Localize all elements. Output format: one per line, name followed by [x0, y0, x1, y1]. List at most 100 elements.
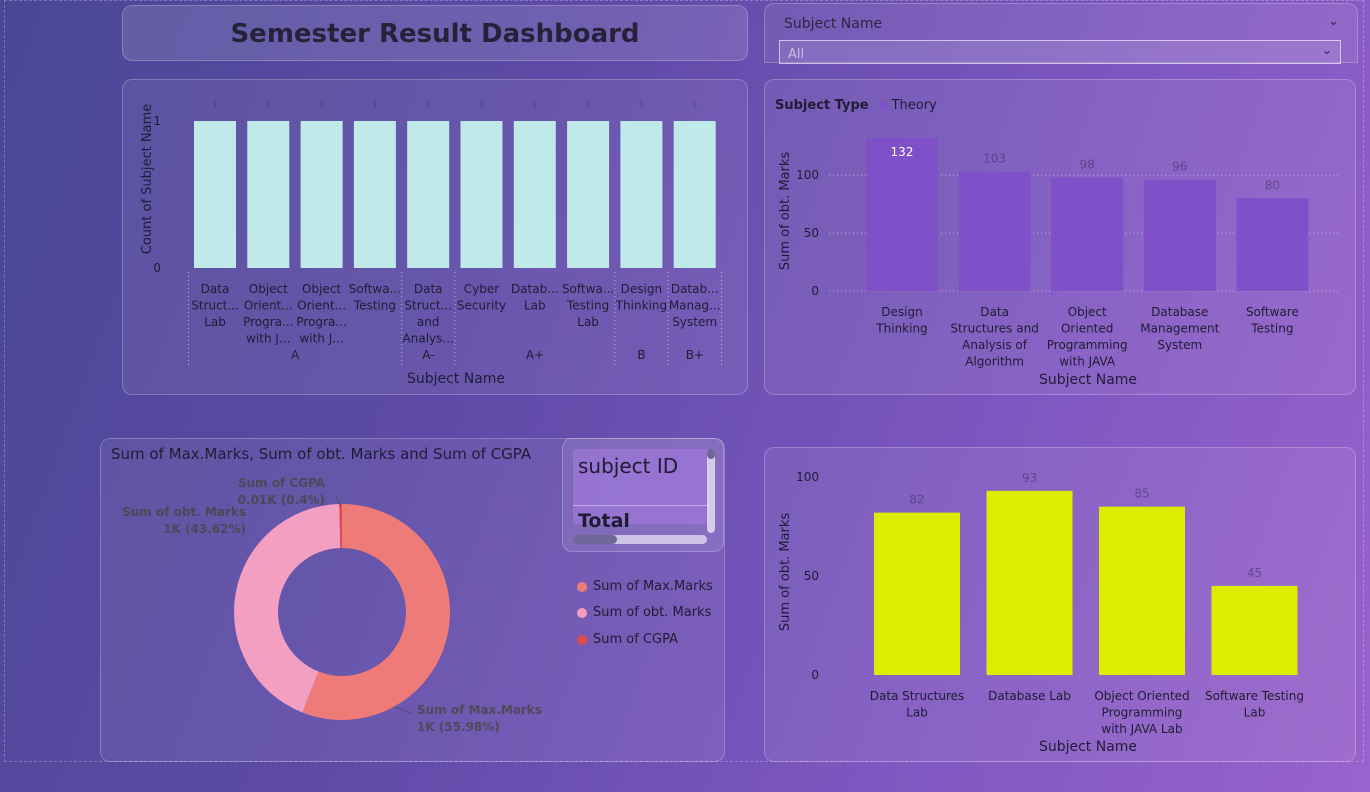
x-axis-title: Subject Name: [1039, 739, 1137, 755]
horizontal-scrollbar[interactable]: [573, 535, 707, 544]
group-label: A-: [422, 348, 434, 362]
x-tick-label: Lab: [204, 315, 226, 329]
page-title: Semester Result Dashboard: [230, 19, 640, 49]
chevron-down-icon[interactable]: ⌄: [1328, 14, 1339, 29]
x-tick-label: Design: [881, 305, 922, 319]
x-tick-label: Programming: [1102, 706, 1183, 720]
legend-max-marks[interactable]: Sum of Max.Marks: [577, 579, 713, 594]
x-tick-label: Data: [414, 282, 443, 296]
y-tick-label: 100: [796, 470, 819, 484]
slicer-label: Subject Name: [784, 16, 883, 32]
matrix-total-row: Total: [573, 505, 709, 532]
slicer-selected-value: All: [788, 47, 805, 62]
legend-obt-marks[interactable]: Sum of obt. Marks: [577, 605, 711, 620]
x-tick-label: Programming: [1047, 338, 1128, 352]
legend-dot: [577, 581, 587, 592]
data-label: 98: [1080, 157, 1095, 171]
x-tick-label: Orient...: [297, 299, 346, 313]
data-label: 96: [1172, 160, 1187, 174]
matrix-header-label: subject ID: [578, 454, 679, 478]
x-tick-label: Database: [1151, 305, 1208, 319]
y-tick-label: 0: [153, 261, 161, 275]
x-tick-label: Algorithm: [965, 355, 1024, 369]
bar: [567, 121, 610, 268]
scroll-thumb[interactable]: [573, 535, 617, 544]
x-tick-label: Structures and: [950, 322, 1038, 336]
x-tick-label: Database Lab: [988, 689, 1071, 703]
x-tick-label: Lab: [1244, 706, 1266, 720]
data-label: 1: [478, 100, 484, 111]
x-tick-label: Softwa...: [349, 282, 401, 296]
vertical-scrollbar[interactable]: [707, 449, 715, 533]
bar: [300, 121, 343, 268]
x-tick-label: Testing: [566, 299, 609, 313]
title-panel: Semester Result Dashboard: [122, 5, 748, 61]
bar: [1051, 177, 1124, 291]
bar: [1143, 179, 1216, 291]
scroll-thumb[interactable]: [707, 449, 715, 459]
bar: [460, 121, 503, 268]
data-label: 1: [425, 100, 431, 111]
leader-line: [394, 706, 414, 715]
x-axis-title: Subject Name: [1039, 372, 1137, 388]
bar: [958, 171, 1031, 291]
y-tick-label: 50: [804, 569, 819, 583]
x-tick-label: Object Oriented: [1094, 689, 1189, 703]
theory-marks-chart[interactable]: Subject Type Theory Sum of obt. Marks 0 50…: [764, 79, 1356, 395]
bar: [620, 121, 663, 268]
theory-chart-svg: Sum of obt. Marks 0 50 100 132 Design Thinking…: [778, 138, 1340, 388]
legend-item[interactable]: Theory: [892, 98, 937, 113]
bar: [407, 121, 450, 268]
group-label: B: [637, 348, 645, 362]
x-tick-label: Data: [980, 305, 1009, 319]
y-axis-title: Sum of obt. Marks: [778, 513, 793, 632]
x-tick-label: Progra...: [243, 315, 293, 329]
data-label: 1K (55.98%): [417, 720, 500, 734]
x-tick-label: Struct...: [404, 299, 452, 313]
legend-dot: [577, 634, 587, 645]
x-tick-label: Object: [302, 282, 341, 296]
data-label: 0.01K (0.4%): [238, 493, 325, 507]
data-label: 1: [532, 100, 538, 111]
bar: [1099, 506, 1185, 675]
data-label: Sum of Max.Marks: [417, 703, 542, 717]
data-label: 1K (43.62%): [163, 522, 246, 536]
lab-marks-chart[interactable]: Sum of obt. Marks 0 50 100 82 Data Structures…: [764, 447, 1356, 762]
legend-label: Sum of obt. Marks: [593, 605, 712, 620]
subject-id-matrix[interactable]: subject ID Total: [562, 438, 724, 552]
x-tick-label: Software: [1246, 305, 1299, 319]
subject-name-slicer[interactable]: Subject Name ⌄ All ⌄: [764, 3, 1358, 64]
x-tick-label: Lab: [906, 706, 928, 720]
count-by-subject-chart[interactable]: Count of Subject Name 0 1 1 Data Struct... Lab…: [122, 79, 748, 395]
x-tick-label: Thinking: [615, 299, 667, 313]
count-chart-svg: Count of Subject Name011DataStruct...Lab…: [140, 100, 722, 387]
group-label: B+: [686, 348, 704, 362]
legend-marker: [878, 101, 888, 110]
data-label: Sum of CGPA: [238, 476, 326, 490]
x-tick-label: Progra...: [296, 315, 346, 329]
x-tick-label: Security: [457, 299, 506, 313]
x-axis-title: Subject Name: [407, 371, 505, 387]
data-label: 1: [692, 100, 698, 111]
chevron-down-icon[interactable]: ⌄: [1322, 43, 1332, 57]
data-label: 1: [638, 100, 644, 111]
x-tick-label: and: [417, 315, 440, 329]
x-tick-label: Software Testing: [1205, 689, 1304, 703]
data-label: 103: [983, 152, 1006, 166]
y-tick-label: 100: [796, 168, 819, 182]
slicer-dropdown[interactable]: All ⌄: [779, 40, 1341, 64]
x-tick-label: with J...: [246, 332, 290, 346]
bar: [866, 138, 938, 291]
bar: [874, 512, 960, 675]
legend-cgpa[interactable]: Sum of CGPA: [577, 632, 678, 647]
bar: [513, 121, 556, 268]
data-label: 1: [585, 100, 591, 111]
data-label: 1: [212, 100, 218, 111]
lab-chart-svg: Sum of obt. Marks 0 50 100 82 Data Structures…: [778, 470, 1304, 755]
x-tick-label: Data Structures: [870, 689, 965, 703]
data-label: 1: [318, 100, 324, 111]
y-tick-label: 1: [153, 114, 161, 128]
bar: [194, 121, 236, 268]
x-tick-label: Datab...: [671, 282, 719, 296]
data-label: 132: [891, 145, 914, 159]
